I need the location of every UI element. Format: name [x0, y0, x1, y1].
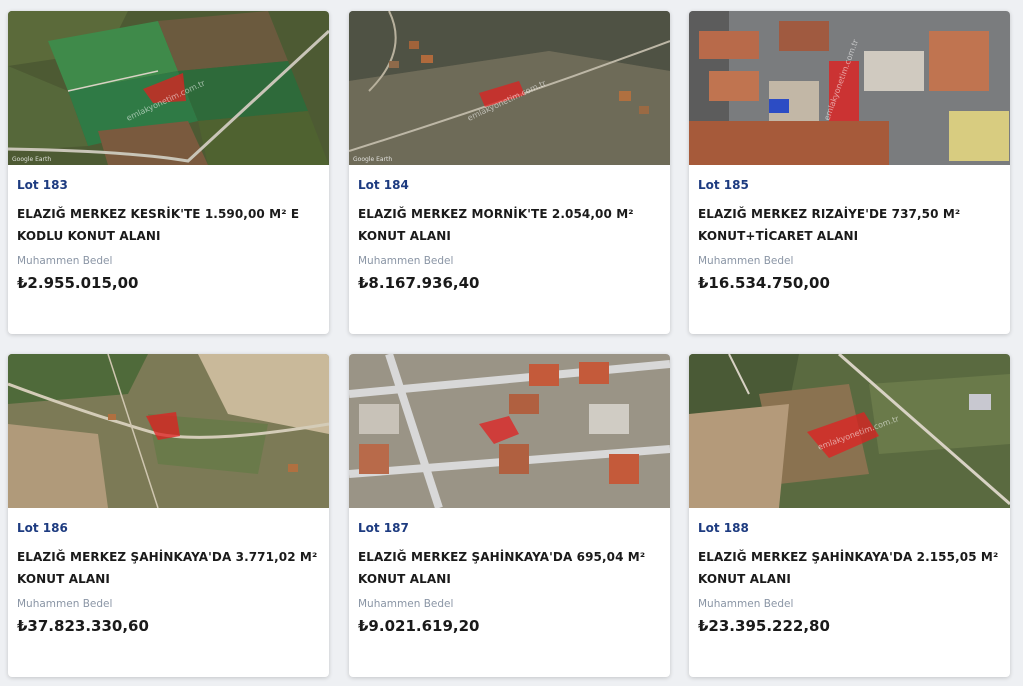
price-label: Muhammen Bedel: [358, 598, 454, 610]
lot-price: ₺16.534.750,00: [698, 274, 830, 292]
satellite-image: [8, 354, 329, 508]
lot-title: ELAZIĞ MERKEZ RIZAİYE'DE 737,50 M² KONUT…: [698, 207, 961, 243]
lot-title: ELAZIĞ MERKEZ ŞAHİNKAYA'DA 2.155,05 M² K…: [698, 550, 999, 586]
satellite-image: emlakyonetim.com.tr Google Earth: [349, 11, 670, 165]
satellite-image: emlakyonetim.com.tr: [689, 354, 1010, 508]
lot-card[interactable]: emlakyonetim.com.tr Google Earth Lot 183…: [8, 11, 329, 334]
lot-card[interactable]: emlakyonetim.com.tr Google Earth Lot 184…: [349, 11, 670, 334]
lot-satellite-image[interactable]: [8, 354, 329, 508]
price-label: Muhammen Bedel: [698, 255, 794, 267]
lot-number: Lot 187: [358, 521, 409, 535]
lot-card[interactable]: emlakyonetim.com.tr Lot 188 ELAZIĞ MERKE…: [689, 354, 1010, 677]
lot-title: ELAZIĞ MERKEZ KESRİK'TE 1.590,00 M² E KO…: [17, 207, 300, 243]
lot-card[interactable]: Lot 187 ELAZIĞ MERKEZ ŞAHİNKAYA'DA 695,0…: [349, 354, 670, 677]
lot-price: ₺8.167.936,40: [358, 274, 480, 292]
lot-card[interactable]: Lot 186 ELAZIĞ MERKEZ ŞAHİNKAYA'DA 3.771…: [8, 354, 329, 677]
lot-number: Lot 184: [358, 178, 409, 192]
lot-price: ₺2.955.015,00: [17, 274, 139, 292]
lot-satellite-image[interactable]: [349, 354, 670, 508]
lot-number: Lot 186: [17, 521, 68, 535]
lot-number: Lot 188: [698, 521, 749, 535]
lot-satellite-image[interactable]: emlakyonetim.com.tr Google Earth: [8, 11, 329, 165]
lot-satellite-image[interactable]: emlakyonetim.com.tr Google Earth: [349, 11, 670, 165]
lot-title: ELAZIĞ MERKEZ ŞAHİNKAYA'DA 3.771,02 M² K…: [17, 550, 318, 586]
satellite-image: emlakyonetim.com.tr: [689, 11, 1010, 165]
price-label: Muhammen Bedel: [17, 598, 113, 610]
lot-satellite-image[interactable]: emlakyonetim.com.tr: [689, 354, 1010, 508]
map-credit: Google Earth: [12, 156, 51, 163]
lot-number: Lot 185: [698, 178, 749, 192]
lot-title: ELAZIĞ MERKEZ ŞAHİNKAYA'DA 695,04 M² KON…: [358, 550, 646, 586]
map-credit: Google Earth: [353, 156, 392, 163]
lot-price: ₺23.395.222,80: [698, 617, 830, 635]
lot-price: ₺37.823.330,60: [17, 617, 149, 635]
price-label: Muhammen Bedel: [17, 255, 113, 267]
lot-number: Lot 183: [17, 178, 68, 192]
lot-card[interactable]: emlakyonetim.com.tr Lot 185 ELAZIĞ MERKE…: [689, 11, 1010, 334]
lot-title: ELAZIĞ MERKEZ MORNİK'TE 2.054,00 M² KONU…: [358, 207, 634, 243]
lot-satellite-image[interactable]: emlakyonetim.com.tr: [689, 11, 1010, 165]
price-label: Muhammen Bedel: [358, 255, 454, 267]
satellite-image: emlakyonetim.com.tr Google Earth: [8, 11, 329, 165]
satellite-image: [349, 354, 670, 508]
price-label: Muhammen Bedel: [698, 598, 794, 610]
lot-grid: emlakyonetim.com.tr Google Earth Lot 183…: [0, 0, 1023, 686]
lot-price: ₺9.021.619,20: [358, 617, 480, 635]
